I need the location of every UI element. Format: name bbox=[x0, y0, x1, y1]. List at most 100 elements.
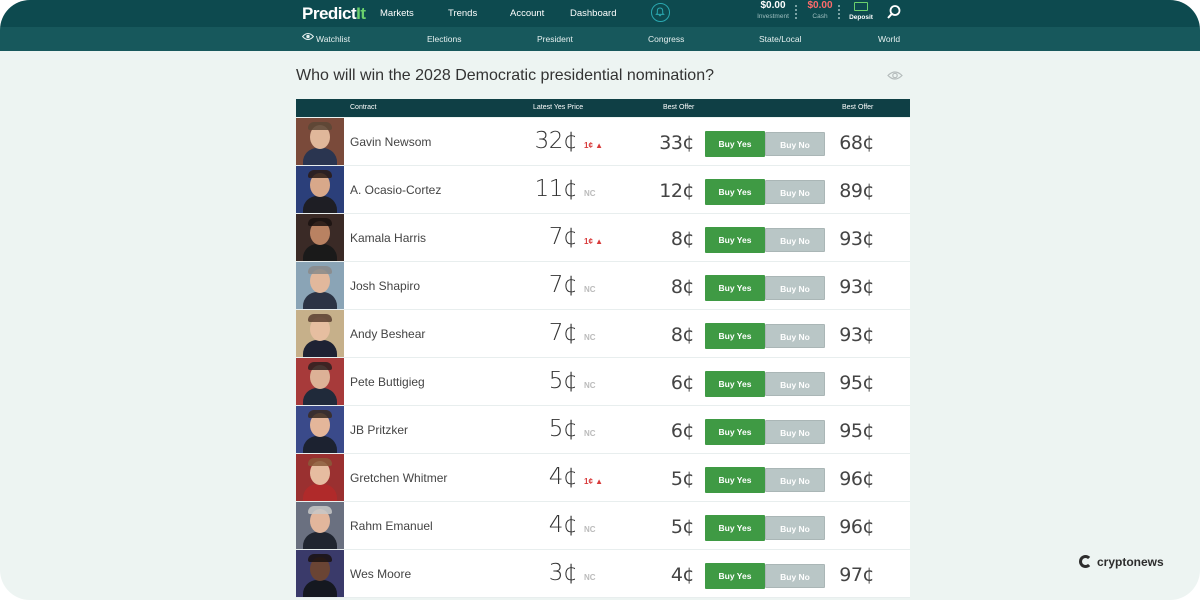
contract-name[interactable]: Wes Moore bbox=[350, 567, 411, 581]
buy-yes-button[interactable]: Buy Yes bbox=[705, 227, 765, 253]
price-change: 1¢ ▲ bbox=[584, 237, 603, 246]
buy-no-button[interactable]: Buy No bbox=[765, 276, 825, 300]
subnav-watchlist[interactable]: Watchlist bbox=[316, 34, 350, 44]
buy-yes-button[interactable]: Buy Yes bbox=[705, 467, 765, 493]
price-change-value: 1¢ bbox=[584, 141, 593, 150]
cryptonews-watermark: cryptonews bbox=[1079, 555, 1164, 569]
contract-name[interactable]: JB Pritzker bbox=[350, 423, 408, 437]
latest-yes-price: 4¢ bbox=[548, 512, 578, 538]
nav-markets[interactable]: Markets bbox=[380, 8, 414, 19]
price-change-value: NC bbox=[584, 381, 596, 390]
price-change-value: NC bbox=[584, 333, 596, 342]
price-change: NC bbox=[584, 525, 596, 534]
price-change: 1¢ ▲ bbox=[584, 141, 603, 150]
search-icon[interactable] bbox=[886, 4, 902, 20]
market-title: Who will win the 2028 Democratic preside… bbox=[296, 67, 714, 84]
cryptonews-logo-icon bbox=[1079, 555, 1092, 568]
table-row[interactable]: JB Pritzker 5¢ NC 6¢ Buy Yes Buy No 95¢ bbox=[296, 406, 910, 454]
buy-no-button[interactable]: Buy No bbox=[765, 564, 825, 588]
best-offer-yes: 4¢ bbox=[670, 564, 695, 586]
table-row[interactable]: A. Ocasio-Cortez 11¢ NC 12¢ Buy Yes Buy … bbox=[296, 166, 910, 214]
best-offer-yes: 12¢ bbox=[659, 180, 694, 202]
buy-no-button[interactable]: Buy No bbox=[765, 516, 825, 540]
table-row[interactable]: Josh Shapiro 7¢ NC 8¢ Buy Yes Buy No 93¢ bbox=[296, 262, 910, 310]
latest-yes-price: 4¢ bbox=[548, 464, 578, 490]
price-change: NC bbox=[584, 285, 596, 294]
contract-name[interactable]: Rahm Emanuel bbox=[350, 519, 433, 533]
candidate-photo bbox=[296, 118, 344, 165]
subnav-president[interactable]: President bbox=[537, 34, 573, 44]
price-change-value: NC bbox=[584, 573, 596, 582]
best-offer-no: 68¢ bbox=[839, 132, 874, 154]
buy-yes-button[interactable]: Buy Yes bbox=[705, 179, 765, 205]
deposit-button[interactable]: Deposit bbox=[849, 2, 873, 21]
buy-no-button[interactable]: Buy No bbox=[765, 468, 825, 492]
contract-name[interactable]: Andy Beshear bbox=[350, 327, 425, 341]
buy-no-button[interactable]: Buy No bbox=[765, 228, 825, 252]
nav-trends[interactable]: Trends bbox=[448, 8, 477, 19]
table-row[interactable]: Gretchen Whitmer 4¢ 1¢ ▲ 5¢ Buy Yes Buy … bbox=[296, 454, 910, 502]
best-offer-yes: 8¢ bbox=[670, 276, 695, 298]
subnav-state-local[interactable]: State/Local bbox=[759, 34, 802, 44]
watch-eye-icon[interactable] bbox=[887, 70, 903, 81]
contract-name[interactable]: Pete Buttigieg bbox=[350, 375, 425, 389]
col-latest-yes-price: Latest Yes Price bbox=[533, 104, 584, 111]
investment-balance[interactable]: $0.00 Investment bbox=[756, 1, 790, 21]
table-row[interactable]: Pete Buttigieg 5¢ NC 6¢ Buy Yes Buy No 9… bbox=[296, 358, 910, 406]
table-row[interactable]: Wes Moore 3¢ NC 4¢ Buy Yes Buy No 97¢ bbox=[296, 550, 910, 598]
latest-yes-price: 5¢ bbox=[548, 368, 578, 394]
price-change: NC bbox=[584, 429, 596, 438]
buy-no-button[interactable]: Buy No bbox=[765, 180, 825, 204]
buy-yes-button[interactable]: Buy Yes bbox=[705, 131, 765, 157]
price-change: NC bbox=[584, 189, 596, 198]
contract-name[interactable]: Gretchen Whitmer bbox=[350, 471, 447, 485]
subnav-congress[interactable]: Congress bbox=[648, 34, 684, 44]
candidate-photo bbox=[296, 166, 344, 213]
subnav-world[interactable]: World bbox=[878, 34, 900, 44]
candidate-photo bbox=[296, 358, 344, 405]
price-change-value: NC bbox=[584, 285, 596, 294]
candidate-photo bbox=[296, 502, 344, 549]
table-row[interactable]: Rahm Emanuel 4¢ NC 5¢ Buy Yes Buy No 96¢ bbox=[296, 502, 910, 550]
table-row[interactable]: Gavin Newsom 32¢ 1¢ ▲ 33¢ Buy Yes Buy No… bbox=[296, 118, 910, 166]
nav-account[interactable]: Account bbox=[510, 8, 544, 19]
buy-yes-button[interactable]: Buy Yes bbox=[705, 515, 765, 541]
candidate-photo bbox=[296, 310, 344, 357]
price-change-value: NC bbox=[584, 525, 596, 534]
buy-yes-button[interactable]: Buy Yes bbox=[705, 275, 765, 301]
latest-yes-price: 7¢ bbox=[548, 320, 578, 346]
notifications-bell-icon[interactable] bbox=[651, 3, 670, 22]
best-offer-yes: 5¢ bbox=[670, 516, 695, 538]
latest-yes-price: 7¢ bbox=[548, 224, 578, 250]
best-offer-no: 96¢ bbox=[839, 516, 874, 538]
predictit-logo[interactable]: PredictIt bbox=[302, 4, 366, 24]
money-icon bbox=[854, 2, 868, 11]
best-offer-no: 93¢ bbox=[839, 228, 874, 250]
contract-name[interactable]: Kamala Harris bbox=[350, 231, 426, 245]
contract-name[interactable]: A. Ocasio-Cortez bbox=[350, 183, 441, 197]
candidate-photo bbox=[296, 406, 344, 453]
buy-no-button[interactable]: Buy No bbox=[765, 372, 825, 396]
table-row[interactable]: Kamala Harris 7¢ 1¢ ▲ 8¢ Buy Yes Buy No … bbox=[296, 214, 910, 262]
best-offer-no: 97¢ bbox=[839, 564, 874, 586]
buy-yes-button[interactable]: Buy Yes bbox=[705, 371, 765, 397]
buy-no-button[interactable]: Buy No bbox=[765, 420, 825, 444]
table-row[interactable]: Andy Beshear 7¢ NC 8¢ Buy Yes Buy No 93¢ bbox=[296, 310, 910, 358]
top-navbar: PredictIt Markets Trends Account Dashboa… bbox=[0, 0, 1200, 27]
buy-yes-button[interactable]: Buy Yes bbox=[705, 563, 765, 589]
contract-name[interactable]: Josh Shapiro bbox=[350, 279, 420, 293]
best-offer-yes: 8¢ bbox=[670, 324, 695, 346]
col-best-offer-no: Best Offer bbox=[842, 104, 874, 111]
buy-yes-button[interactable]: Buy Yes bbox=[705, 419, 765, 445]
contract-name[interactable]: Gavin Newsom bbox=[350, 135, 431, 149]
latest-yes-price: 3¢ bbox=[548, 560, 578, 586]
subnav-elections[interactable]: Elections bbox=[427, 34, 462, 44]
cash-balance[interactable]: $0.00 Cash bbox=[805, 1, 835, 21]
best-offer-no: 93¢ bbox=[839, 324, 874, 346]
buy-no-button[interactable]: Buy No bbox=[765, 324, 825, 348]
buy-yes-button[interactable]: Buy Yes bbox=[705, 323, 765, 349]
best-offer-no: 93¢ bbox=[839, 276, 874, 298]
buy-no-button[interactable]: Buy No bbox=[765, 132, 825, 156]
price-change: 1¢ ▲ bbox=[584, 477, 603, 486]
nav-dashboard[interactable]: Dashboard bbox=[570, 8, 616, 19]
